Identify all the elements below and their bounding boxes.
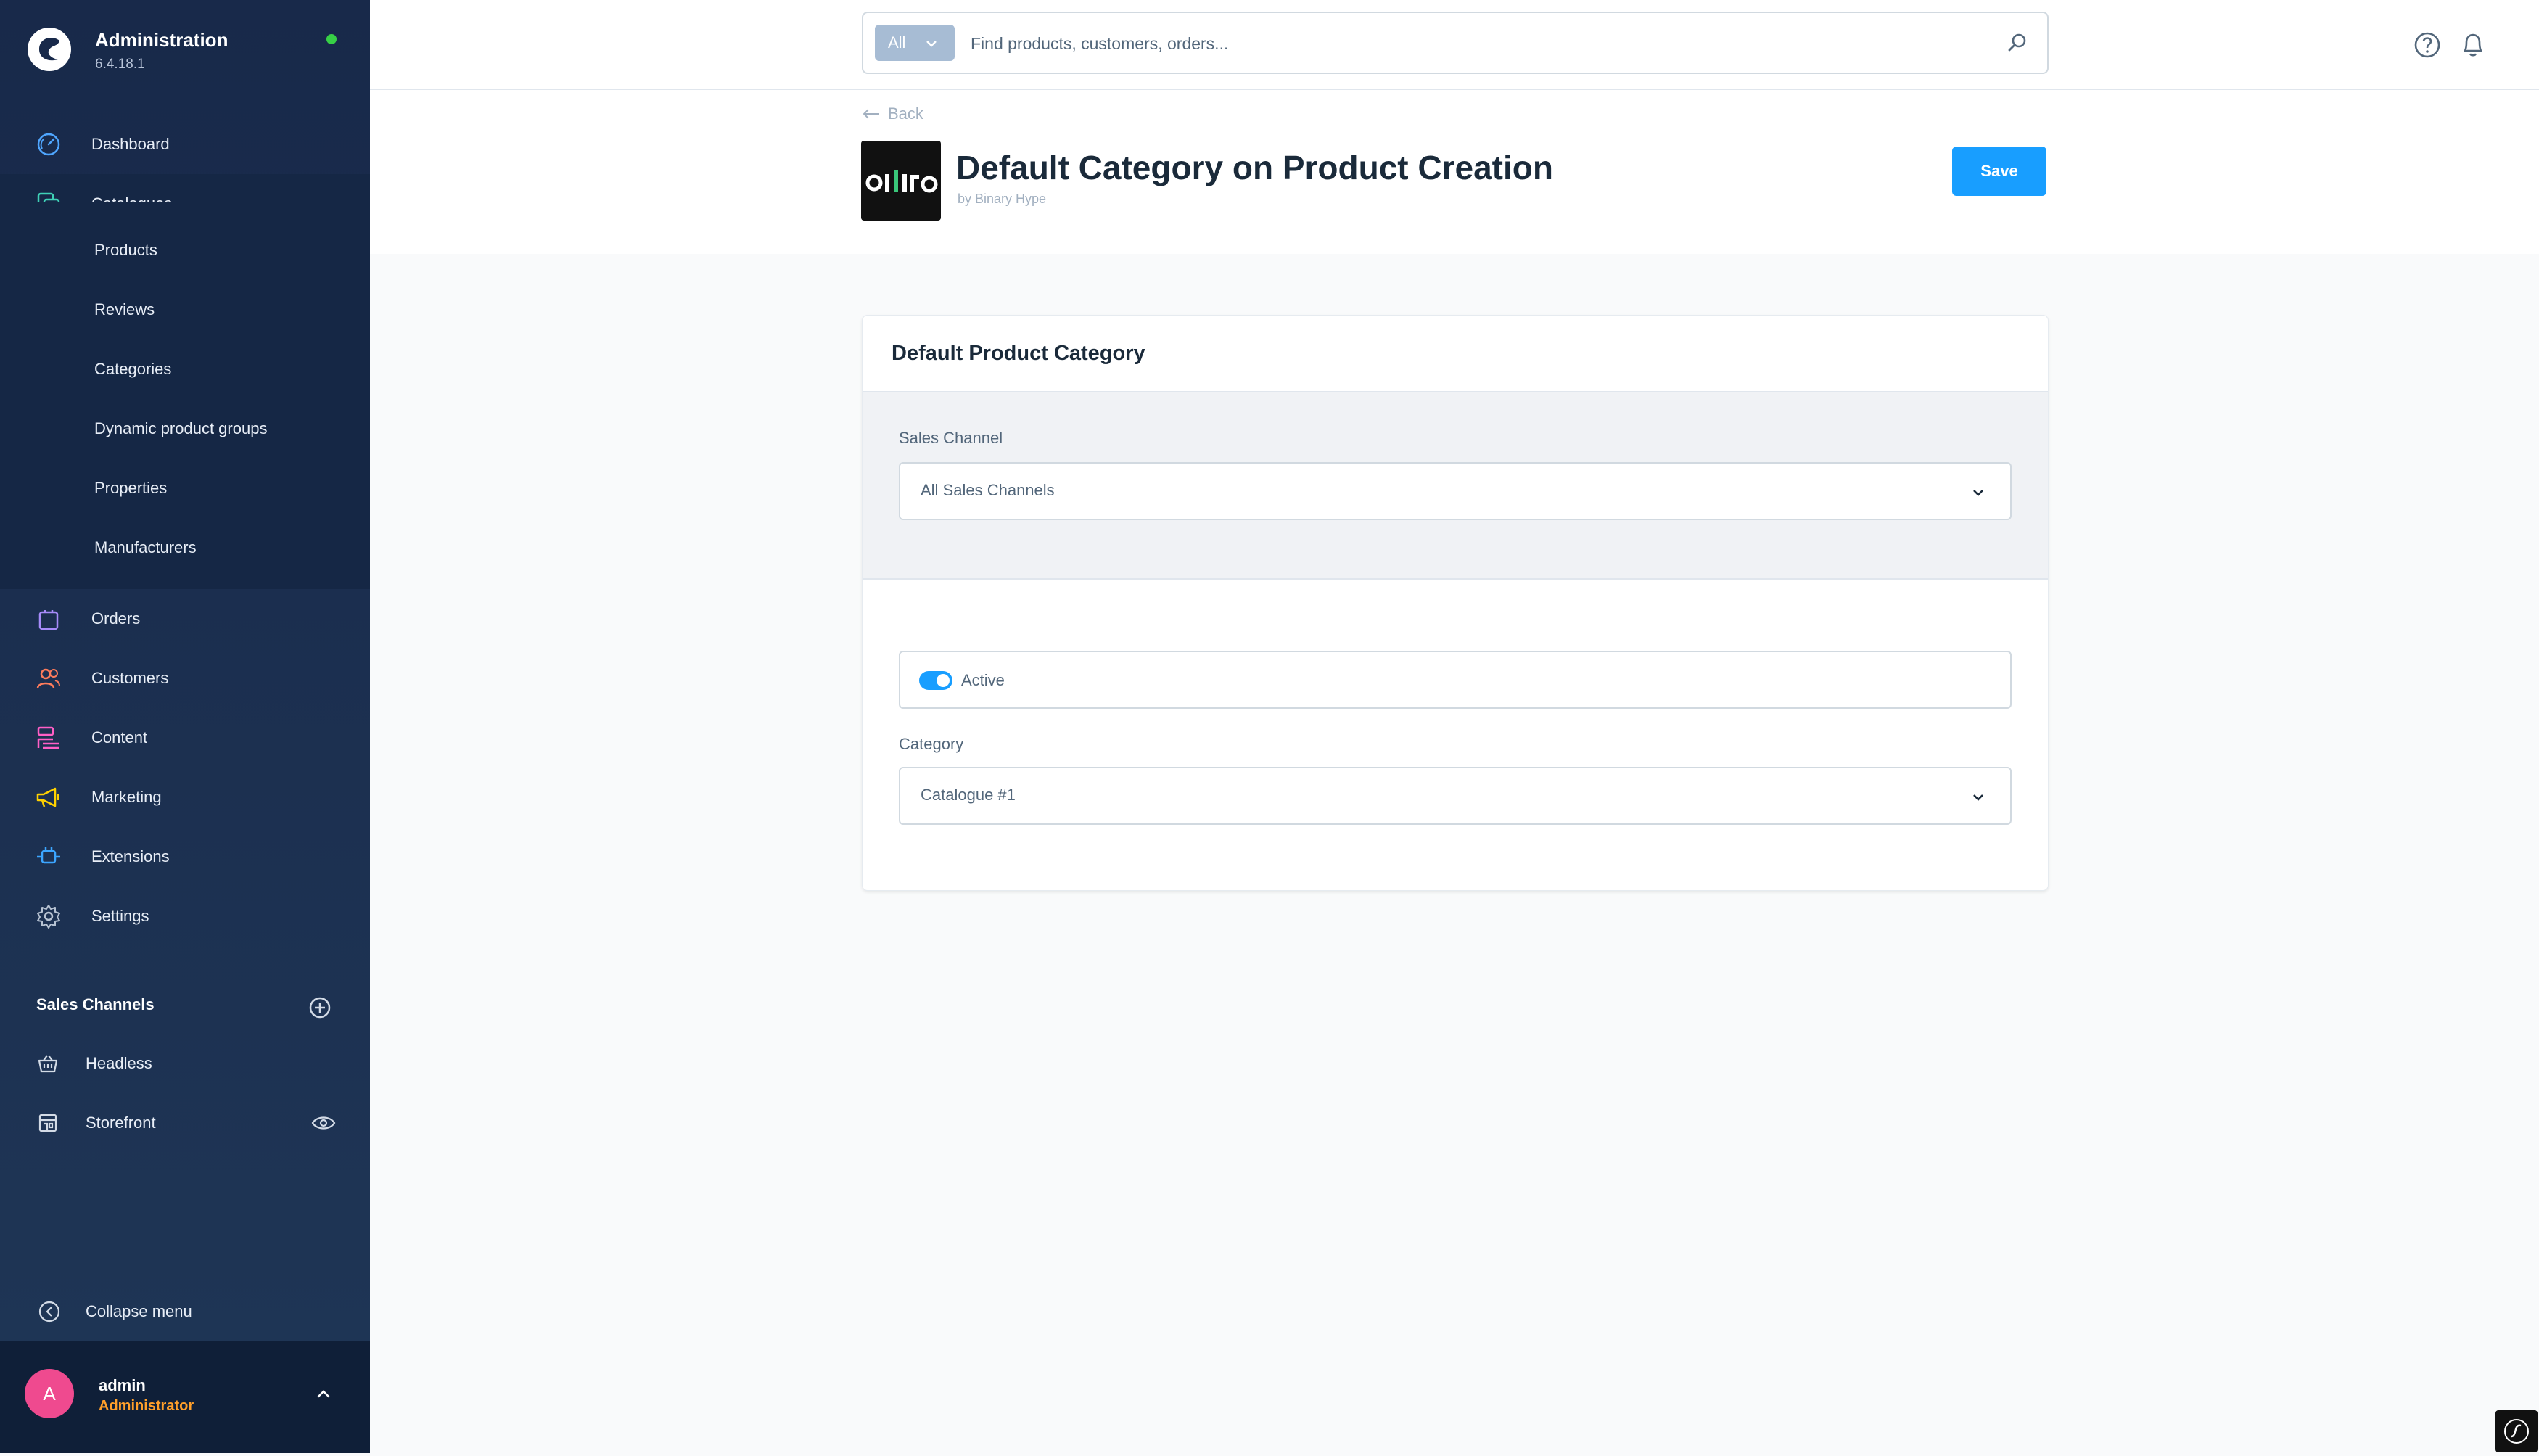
sales-channel-headless[interactable]: Headless bbox=[0, 1034, 370, 1093]
collapse-menu-button[interactable]: Collapse menu bbox=[0, 1283, 370, 1341]
category-label: Category bbox=[899, 735, 964, 753]
nav-item-orders[interactable]: Orders bbox=[0, 589, 370, 649]
chevron-down-icon bbox=[926, 41, 937, 47]
chevron-down-icon bbox=[1973, 794, 1983, 801]
subnav-item-dynamic-product-groups[interactable]: Dynamic product groups bbox=[0, 399, 370, 458]
subnav-item-products[interactable]: Products bbox=[0, 221, 370, 280]
back-label: Back bbox=[888, 104, 923, 123]
catalogues-subnav: Products Reviews Categories Dynamic prod… bbox=[0, 202, 370, 589]
search-type-label: All bbox=[888, 33, 906, 52]
nav-item-customers[interactable]: Customers bbox=[0, 649, 370, 708]
toggle-knob bbox=[937, 674, 950, 687]
status-dot bbox=[326, 34, 337, 44]
brand: Administration 6.4.18.1 bbox=[26, 22, 353, 87]
nav-item-content[interactable]: Content bbox=[0, 708, 370, 768]
app-title: Administration bbox=[95, 29, 229, 51]
add-sales-channel-icon[interactable] bbox=[308, 995, 332, 1020]
sales-channel-select[interactable]: All Sales Channels bbox=[899, 462, 2012, 520]
chevron-left-circle-icon bbox=[35, 1297, 64, 1326]
shopping-bag-icon bbox=[33, 604, 64, 634]
avatar: A bbox=[25, 1369, 74, 1418]
shopware-logo-icon bbox=[28, 28, 71, 71]
nav-label: Content bbox=[91, 728, 148, 746]
nav-label: Settings bbox=[91, 907, 149, 925]
active-toggle[interactable] bbox=[919, 671, 952, 690]
plug-icon bbox=[33, 842, 64, 872]
subnav-item-manufacturers[interactable]: Manufacturers bbox=[0, 518, 370, 577]
sidebar: Administration 6.4.18.1 Dashboard Catalo… bbox=[0, 0, 370, 1453]
sales-channel-label: Storefront bbox=[86, 1114, 156, 1132]
card-title: Default Product Category bbox=[892, 342, 1145, 365]
sales-channel-label: Headless bbox=[86, 1054, 152, 1072]
storefront-icon bbox=[33, 1109, 62, 1138]
active-label: Active bbox=[961, 671, 1005, 689]
nav-label: Extensions bbox=[91, 847, 170, 865]
megaphone-icon bbox=[33, 782, 64, 813]
sales-channel-section: Sales Channel All Sales Channels bbox=[863, 392, 2048, 580]
search-type-select[interactable]: All bbox=[875, 25, 955, 61]
subnav-label: Categories bbox=[94, 360, 172, 378]
page-title: Default Category on Product Creation bbox=[956, 149, 1553, 186]
nav-item-dashboard[interactable]: Dashboard bbox=[0, 115, 370, 174]
subnav-label: Dynamic product groups bbox=[94, 419, 268, 437]
nav-item-settings[interactable]: Settings bbox=[0, 887, 370, 946]
sales-channels-header: Sales Channels bbox=[36, 995, 155, 1013]
chevron-down-icon bbox=[1973, 490, 1983, 496]
sales-channel-value: All Sales Channels bbox=[921, 481, 1055, 499]
subnav-label: Products bbox=[94, 241, 157, 259]
app-version: 6.4.18.1 bbox=[95, 57, 145, 72]
chevron-up-icon[interactable] bbox=[312, 1382, 335, 1405]
topbar: All bbox=[370, 0, 2539, 90]
subnav-label: Properties bbox=[94, 479, 168, 497]
sales-channel-label: Sales Channel bbox=[899, 429, 1003, 447]
user-name: admin bbox=[99, 1376, 146, 1394]
category-select[interactable]: Catalogue #1 bbox=[899, 767, 2012, 825]
basket-icon bbox=[33, 1049, 62, 1078]
sales-channel-storefront[interactable]: Storefront bbox=[0, 1093, 370, 1153]
symfony-toolbar-icon[interactable] bbox=[2495, 1410, 2538, 1452]
eye-icon[interactable] bbox=[310, 1110, 337, 1136]
nav-label: Orders bbox=[91, 609, 141, 628]
user-role: Administrator bbox=[99, 1398, 194, 1414]
subnav-item-properties[interactable]: Properties bbox=[0, 458, 370, 518]
subnav-label: Manufacturers bbox=[94, 538, 197, 556]
users-icon bbox=[33, 663, 64, 694]
help-icon[interactable] bbox=[2413, 30, 2442, 59]
default-product-category-card: Default Product Category Sales Channel A… bbox=[862, 315, 2049, 891]
user-bar[interactable]: A admin Administrator bbox=[0, 1341, 370, 1453]
collapse-label: Collapse menu bbox=[86, 1302, 192, 1320]
subnav-label: Reviews bbox=[94, 300, 155, 318]
arrow-left-icon bbox=[863, 109, 879, 119]
active-toggle-field: Active bbox=[899, 651, 2012, 709]
nav-item-marketing[interactable]: Marketing bbox=[0, 768, 370, 827]
gear-icon bbox=[33, 901, 64, 931]
category-value: Catalogue #1 bbox=[921, 786, 1016, 804]
plugin-logo bbox=[861, 141, 941, 221]
nav-label: Dashboard bbox=[91, 135, 170, 153]
subnav-item-reviews[interactable]: Reviews bbox=[0, 280, 370, 340]
search-icon[interactable] bbox=[2005, 30, 2030, 55]
back-link[interactable]: Back bbox=[862, 104, 923, 123]
search-input[interactable] bbox=[969, 25, 1988, 62]
content-icon bbox=[33, 723, 64, 753]
nav-item-extensions[interactable]: Extensions bbox=[0, 827, 370, 887]
save-button[interactable]: Save bbox=[1952, 147, 2046, 196]
global-search: All bbox=[862, 12, 2049, 74]
nav-label: Customers bbox=[91, 669, 169, 687]
page-header: Back Default Category on Product Creatio… bbox=[370, 90, 2539, 254]
plugin-author: by Binary Hype bbox=[958, 192, 1047, 206]
dashboard-gauge-icon bbox=[33, 129, 64, 160]
subnav-item-categories[interactable]: Categories bbox=[0, 340, 370, 399]
nav-label: Marketing bbox=[91, 788, 162, 806]
bell-icon[interactable] bbox=[2458, 29, 2488, 59]
